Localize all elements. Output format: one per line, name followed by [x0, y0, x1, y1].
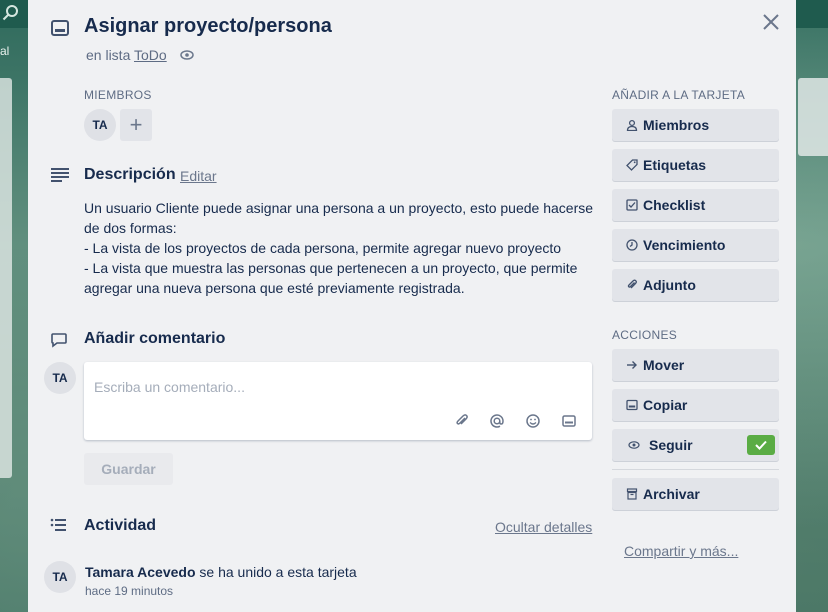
mention-icon[interactable]	[489, 413, 505, 429]
description-title: Descripción	[84, 166, 176, 183]
arrow-right-icon	[627, 361, 637, 369]
card-attach-icon[interactable]	[561, 413, 577, 429]
activity-entry: Tamara Acevedo se ha unido a esta tarjet…	[85, 564, 357, 580]
activity-user[interactable]: Tamara Acevedo	[85, 564, 196, 580]
add-member-button[interactable]: +	[120, 109, 152, 141]
due-date-button-label: Vencimiento	[643, 237, 726, 253]
save-comment-button[interactable]: Guardar	[84, 453, 173, 485]
share-more-link[interactable]: Compartir y más...	[624, 543, 738, 559]
avatar: TA	[44, 362, 76, 394]
watch-button-label: Seguir	[649, 437, 693, 453]
board-list-right	[798, 78, 828, 156]
list-link[interactable]: ToDo	[134, 47, 167, 63]
paperclip-icon	[627, 279, 637, 289]
eye-icon	[180, 50, 194, 60]
in-list-prefix: en lista	[86, 47, 131, 63]
description-icon	[51, 168, 69, 182]
card-list-info: en lista ToDo	[86, 47, 167, 63]
search-icon[interactable]	[2, 4, 20, 22]
clock-icon	[626, 239, 638, 251]
activity-time[interactable]: hace 19 minutos	[85, 584, 173, 598]
labels-button[interactable]: Etiquetas	[612, 149, 779, 181]
checklist-button[interactable]: Checklist	[612, 189, 779, 221]
attachment-button-label: Adjunto	[643, 277, 696, 293]
members-label: MIEMBROS	[84, 88, 152, 102]
members-button-label: Miembros	[643, 117, 710, 133]
card-icon	[51, 20, 69, 36]
divider	[612, 469, 779, 470]
emoji-icon[interactable]	[525, 413, 541, 429]
edit-description-link[interactable]: Editar	[180, 168, 217, 184]
due-date-button[interactable]: Vencimiento	[612, 229, 779, 261]
archive-button-label: Archivar	[643, 486, 700, 502]
person-icon	[626, 119, 638, 131]
comment-section-title: Añadir comentario	[84, 330, 226, 347]
description-line: - La vista que muestra las personas que …	[84, 260, 578, 296]
avatar[interactable]: TA	[84, 109, 116, 141]
description-text[interactable]: Un usuario Cliente puede asignar una per…	[84, 198, 594, 298]
close-icon[interactable]	[759, 10, 783, 34]
watch-button[interactable]: Seguir	[612, 429, 779, 461]
attachment-icon[interactable]	[454, 413, 470, 429]
comment-input[interactable]	[94, 372, 574, 402]
hide-details-link[interactable]: Ocultar detalles	[495, 519, 592, 535]
actions-label: ACCIONES	[612, 328, 678, 342]
tag-icon	[626, 159, 638, 171]
attachment-button[interactable]: Adjunto	[612, 269, 779, 301]
comment-box	[84, 362, 592, 440]
archive-button[interactable]: Archivar	[612, 478, 779, 510]
watching-check-badge	[747, 435, 775, 455]
copy-button[interactable]: Copiar	[612, 389, 779, 421]
activity-action: se ha unido a esta tarjeta	[199, 564, 357, 580]
card-title[interactable]: Asignar proyecto/persona	[84, 15, 332, 38]
members-button[interactable]: Miembros	[612, 109, 779, 141]
add-to-card-label: AÑADIR A LA TARJETA	[612, 88, 746, 102]
check-icon	[755, 440, 767, 450]
board-fragment-text: al	[0, 44, 10, 58]
comment-icon	[51, 333, 67, 348]
archive-icon	[626, 488, 638, 500]
eye-icon	[628, 441, 640, 449]
activity-title: Actividad	[84, 517, 157, 534]
activity-icon	[50, 518, 66, 531]
board-list-left	[0, 78, 12, 478]
description-line: Un usuario Cliente puede asignar una per…	[84, 200, 594, 236]
move-button[interactable]: Mover	[612, 349, 779, 381]
description-line: - La vista de los proyectos de cada pers…	[84, 240, 562, 256]
checkbox-icon	[626, 199, 638, 211]
copy-button-label: Copiar	[643, 397, 688, 413]
move-button-label: Mover	[643, 357, 685, 373]
card-copy-icon	[626, 399, 638, 411]
card-detail-modal: Asignar proyecto/persona en lista ToDo M…	[28, 0, 796, 612]
checklist-button-label: Checklist	[643, 197, 706, 213]
labels-button-label: Etiquetas	[643, 157, 707, 173]
avatar[interactable]: TA	[44, 561, 76, 593]
